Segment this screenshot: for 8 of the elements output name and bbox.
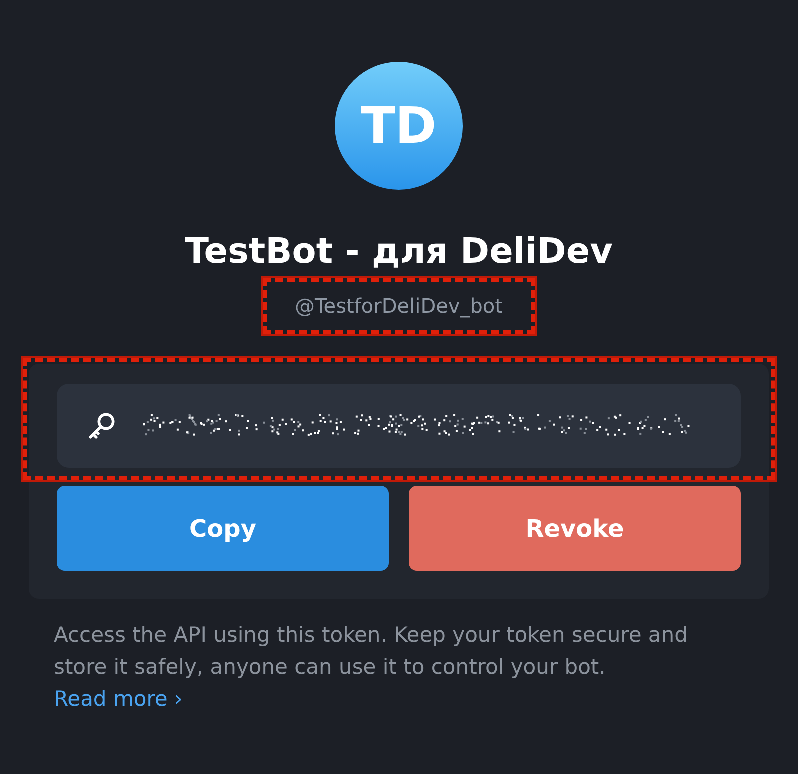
token-field[interactable] <box>57 384 741 468</box>
bot-title: TestBot - для DeliDev <box>185 232 613 272</box>
bot-username: @TestforDeliDev_bot <box>294 293 504 320</box>
revoke-button[interactable]: Revoke <box>409 486 741 571</box>
avatar: TD <box>335 62 463 190</box>
copy-button[interactable]: Copy <box>57 486 389 571</box>
description-text: Access the API using this token. Keep your token secure and store it safely, anyone can use it to control your bot. <box>54 622 689 681</box>
read-more-link[interactable]: Read more › <box>54 687 744 711</box>
